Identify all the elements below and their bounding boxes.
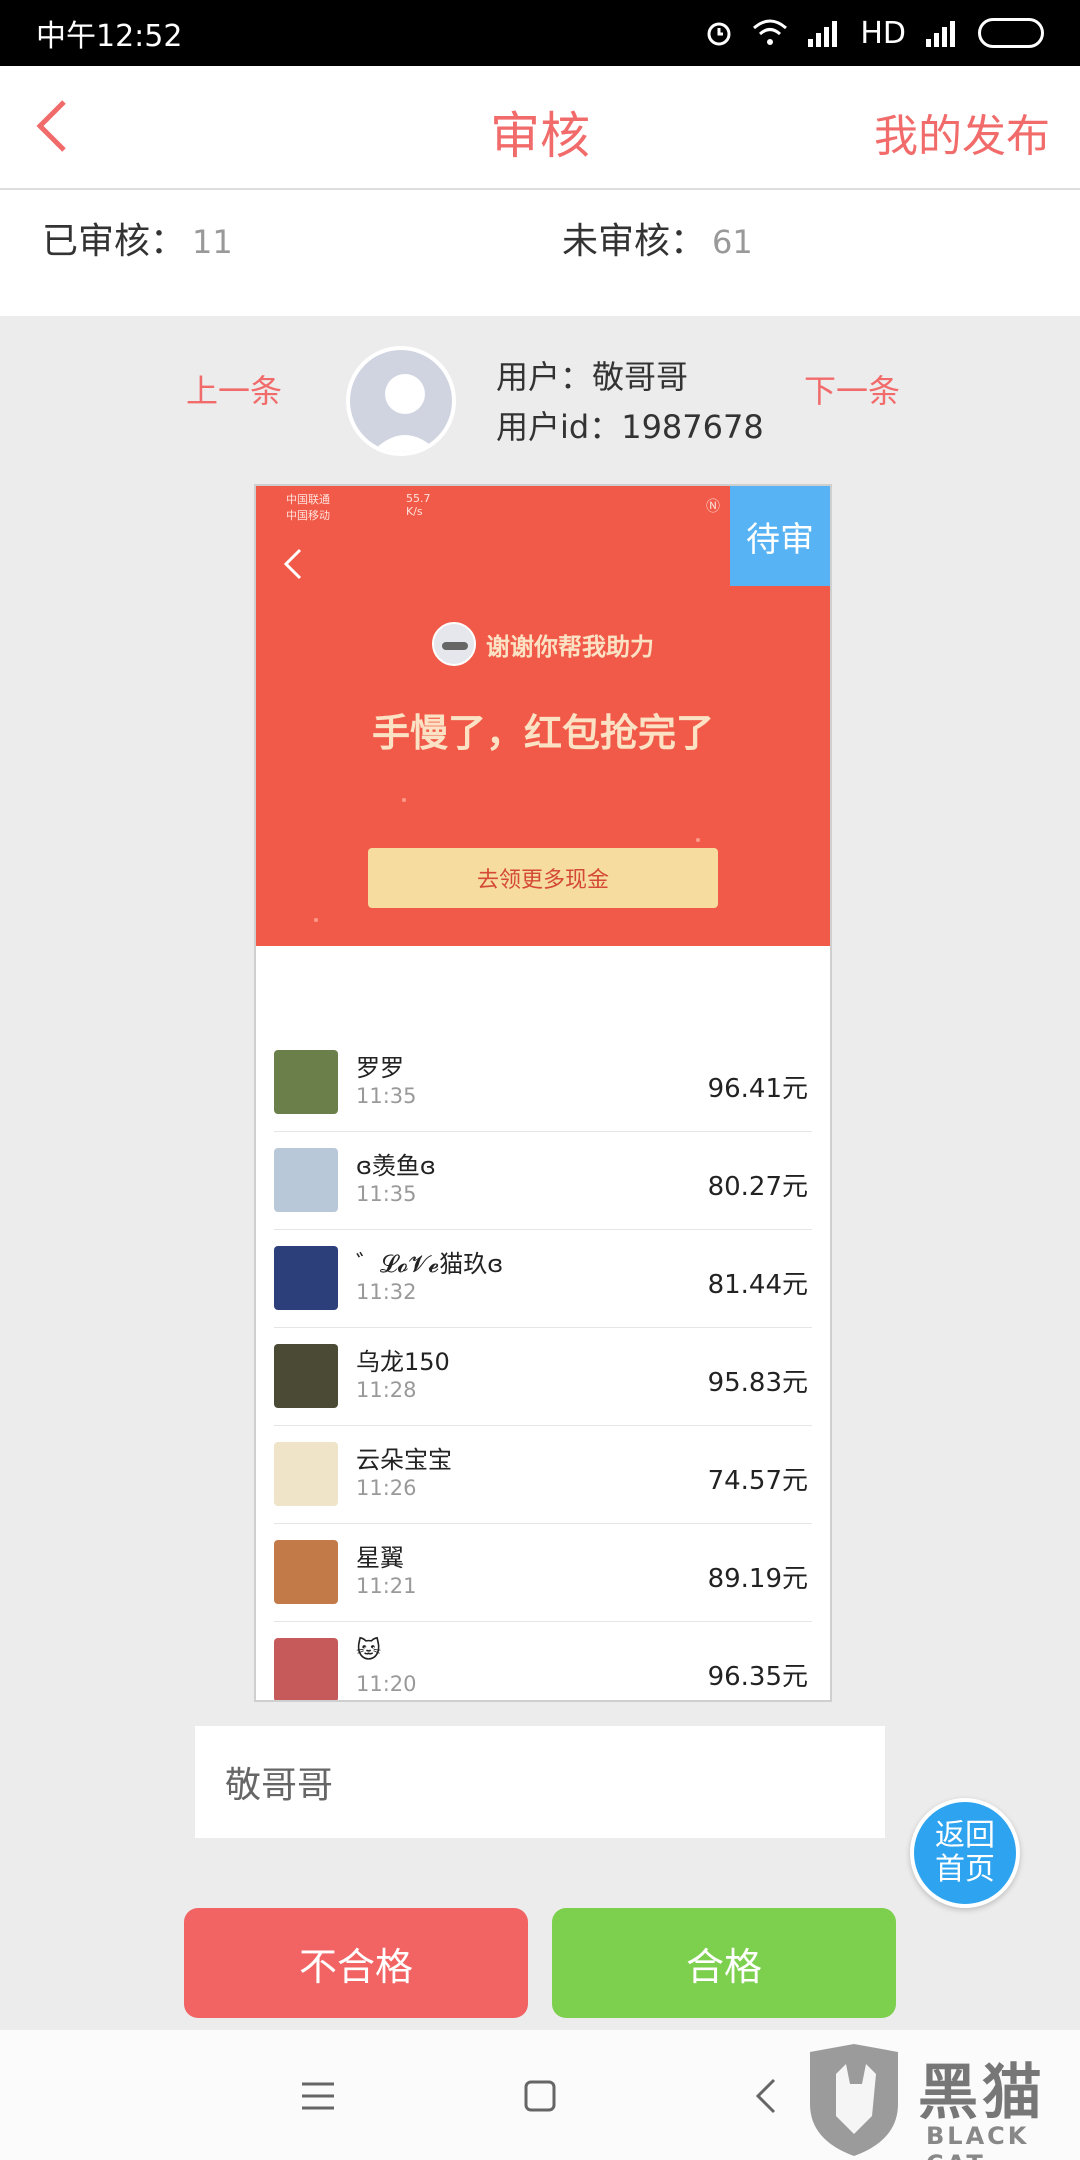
signal-icon-2 [926, 21, 955, 47]
list-item: ゛𝓛𝓸𝓥𝓮猫玖ɞ 11:32 81.44元 [274, 1230, 812, 1328]
unreviewed-label: 未审核： [562, 221, 707, 262]
mini-speed-value: 55.7 [406, 492, 431, 505]
submission-screenshot[interactable]: 中国联通 中国移动 55.7 K/s Ⓝ 谢谢你帮我助力 手慢了，红包抢完了 去… [254, 484, 832, 1702]
helper-name: 罗罗 [356, 1054, 404, 1082]
helper-amount: 74.57元 [707, 1466, 808, 1496]
list-item: 罗罗 11:35 96.41元 [274, 1034, 812, 1132]
helper-name: ɞ羡鱼ɞ [356, 1152, 436, 1180]
decor-dot [696, 838, 700, 842]
decor-dot [402, 798, 406, 802]
list-item: 🐱 11:20 96.35元 [274, 1622, 812, 1700]
helper-time: 11:32 [356, 1280, 417, 1304]
helper-amount: 89.19元 [707, 1564, 808, 1594]
signal-icon [808, 21, 838, 47]
helper-list: 罗罗 11:35 96.41元 ɞ羡鱼ɞ 11:35 80.27元 ゛𝓛𝓸𝓥𝓮猫玖ɞ 11:3… [256, 1034, 830, 1700]
my-posts-link[interactable]: 我的发布 [874, 100, 1050, 164]
system-back-icon[interactable] [748, 2076, 788, 2116]
return-home-line2: 首页 [935, 1852, 995, 1887]
back-icon[interactable] [22, 94, 86, 158]
mini-back-icon [283, 548, 302, 580]
helper-name: 🐱 [356, 1636, 382, 1664]
more-cash-button: 去领更多现金 [368, 848, 718, 908]
list-item: 乌龙150 11:28 95.83元 [274, 1328, 812, 1426]
next-item-link[interactable]: 下一条 [804, 366, 900, 412]
helper-avatar [274, 1442, 338, 1506]
helper-time: 11:35 [356, 1182, 417, 1206]
helper-time: 11:26 [356, 1476, 417, 1500]
helper-name: 云朵宝宝 [356, 1446, 452, 1474]
watermark: 黑猫 BLACK CAT [806, 2044, 1076, 2160]
wifi-icon [753, 19, 788, 45]
mini-speed-unit: K/s [406, 505, 423, 518]
mini-carrier-1: 中国联通 [286, 493, 330, 506]
helper-time: 11:35 [356, 1084, 417, 1108]
helper-name: 星翼 [356, 1544, 404, 1572]
battery-icon [978, 18, 1044, 48]
return-home-line1: 返回 [935, 1818, 995, 1853]
return-home-button[interactable]: 返回 首页 [910, 1798, 1020, 1908]
helper-avatar [274, 1050, 338, 1114]
user-id: 用户id：1987678 [496, 408, 764, 446]
nav-bar: 审核 我的发布 [0, 66, 1080, 190]
decor-dot [314, 918, 318, 922]
envelope-headline: 手慢了，红包抢完了 [371, 711, 714, 755]
list-item: 云朵宝宝 11:26 74.57元 [274, 1426, 812, 1524]
helper-avatar [274, 1638, 338, 1700]
status-time: 中午12:52 [36, 19, 183, 54]
car-avatar [432, 622, 476, 666]
thanks-row: 谢谢你帮我助力 [256, 622, 830, 666]
helper-avatar [274, 1148, 338, 1212]
mini-carrier-2: 中国移动 [286, 509, 330, 522]
watermark-cn: 黑猫 [918, 2058, 1046, 2128]
helper-time: 11:20 [356, 1672, 417, 1696]
reviewed-count: 已审核： 11 [42, 212, 233, 264]
list-item: ɞ羡鱼ɞ 11:35 80.27元 [274, 1132, 812, 1230]
avatar [346, 346, 456, 456]
list-item: 星翼 11:21 89.19元 [274, 1524, 812, 1622]
mini-status-carriers: 中国联通 中国移动 [286, 492, 330, 524]
user-name: 用户：敬哥哥 [496, 358, 689, 396]
helper-amount: 96.35元 [707, 1662, 808, 1692]
helper-amount: 81.44元 [707, 1270, 808, 1300]
unreviewed-count: 未审核： 61 [562, 212, 753, 264]
pending-badge: 待审 [730, 486, 830, 586]
reject-button[interactable]: 不合格 [184, 1908, 528, 2018]
helper-avatar [274, 1540, 338, 1604]
helper-time: 11:28 [356, 1378, 417, 1402]
comment-input[interactable] [195, 1726, 885, 1838]
helper-name: ゛𝓛𝓸𝓥𝓮猫玖ɞ [356, 1250, 504, 1278]
review-counts: 已审核： 11 未审核： 61 [0, 190, 1080, 316]
reviewed-label: 已审核： [42, 221, 187, 262]
status-bar: 中午12:52 HD [0, 0, 1080, 66]
menu-icon[interactable] [298, 2076, 338, 2116]
watermark-en: BLACK CAT [926, 2122, 1030, 2160]
alarm-icon [707, 22, 731, 46]
approve-button[interactable]: 合格 [552, 1908, 896, 2018]
helper-amount: 80.27元 [707, 1172, 808, 1202]
nfc-icon: Ⓝ [706, 499, 720, 515]
helper-time: 11:21 [356, 1574, 417, 1598]
helper-avatar [274, 1344, 338, 1408]
network-type: HD [860, 15, 906, 51]
reviewed-value: 11 [192, 223, 233, 261]
status-icons: HD [704, 16, 1044, 51]
mini-speed: 55.7 K/s [406, 492, 431, 518]
home-icon[interactable] [520, 2076, 560, 2116]
thanks-text: 谢谢你帮我助力 [486, 632, 654, 661]
cat-shield-logo-icon [810, 2044, 898, 2156]
helper-name: 乌龙150 [356, 1348, 450, 1376]
unreviewed-value: 61 [712, 223, 753, 261]
helper-avatar [274, 1246, 338, 1310]
default-user-icon [372, 374, 438, 452]
helper-amount: 96.41元 [707, 1074, 808, 1104]
prev-item-link[interactable]: 上一条 [186, 366, 282, 412]
helper-amount: 95.83元 [707, 1368, 808, 1398]
